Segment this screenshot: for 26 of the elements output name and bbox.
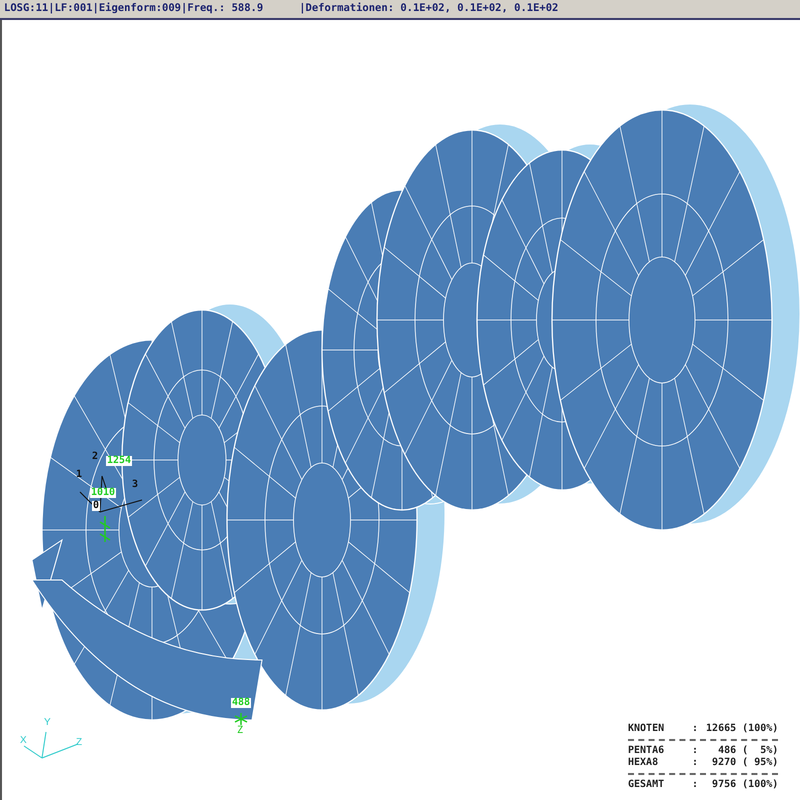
axis-label: Z [237,726,244,736]
axis-label: 0 [92,501,100,511]
node-label: 488 [231,698,252,708]
stat-separator: : [692,746,698,756]
stat-label: KNOTEN [628,724,666,734]
node-marker-icon [234,712,248,726]
stat-value: 9756 (100%) [711,780,778,790]
stat-value: 12665 (100%) [706,724,778,734]
axis-label: Y [44,718,51,728]
node-label: 1010 [90,488,116,498]
stat-separator: : [692,724,698,734]
axis-label: 3 [132,480,138,490]
status-text: LOSG:11|LF:001|Eigenform:009|Freq.: 588.9 [4,1,264,16]
node-label: 1254 [106,456,132,466]
stat-value: 9270 ( 95%) [711,758,778,768]
axis-label: 2 [92,452,98,462]
stat-separator: : [692,780,698,790]
stat-label: HEXA8 [628,758,660,768]
axis-label: X [20,736,27,746]
node-marker-icon [99,515,111,543]
stat-value: 486 ( 5%) [717,746,778,756]
stat-separator: : [692,758,698,768]
status-text: |Deformationen: 0.1E+02, 0.1E+02, 0.1E+02 [299,1,558,16]
stat-label: PENTA6 [628,746,666,756]
axis-label: 1 [76,470,82,480]
stat-label: GESAMT [628,780,666,790]
